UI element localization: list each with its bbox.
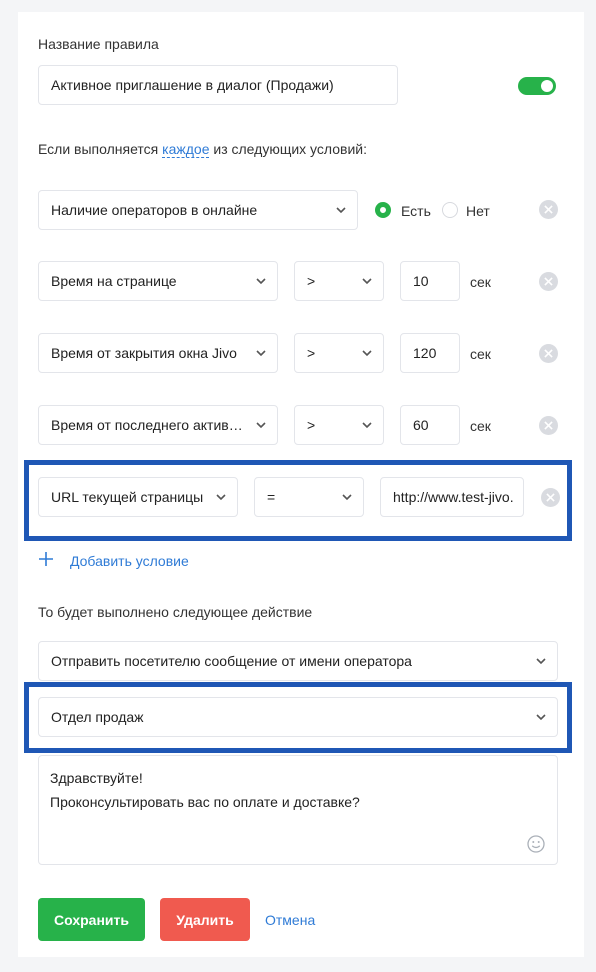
chevron-down-icon <box>362 422 372 429</box>
chevron-down-icon <box>536 714 546 721</box>
condition-field-select[interactable]: Время на странице <box>38 261 278 301</box>
close-icon <box>544 349 553 358</box>
chevron-down-icon <box>342 494 352 501</box>
condition-field-select[interactable]: Наличие операторов в онлайне <box>38 190 358 230</box>
condition-value-input[interactable]: 120 <box>400 333 460 373</box>
chevron-down-icon <box>362 278 372 285</box>
chevron-down-icon <box>362 350 372 357</box>
conditions-suffix: из следующих условий: <box>213 141 367 157</box>
rule-enabled-toggle[interactable] <box>518 77 556 95</box>
chevron-down-icon <box>216 494 226 501</box>
emoji-icon[interactable] <box>527 835 545 853</box>
close-icon <box>544 205 553 214</box>
remove-condition-button[interactable] <box>539 416 558 435</box>
condition-value: http://www.test-jivo. <box>393 489 514 505</box>
message-line: Проконсультировать вас по оплате и доста… <box>50 794 360 810</box>
conditions-prefix: Если выполняется <box>38 141 159 157</box>
condition-value: 120 <box>413 345 437 361</box>
conditions-mode-link[interactable]: каждое <box>162 141 210 158</box>
remove-condition-button[interactable] <box>539 200 558 219</box>
chevron-down-icon <box>336 207 346 214</box>
action-type-value: Отправить посетителю сообщение от имени … <box>51 653 412 669</box>
condition-field-value: URL текущей страницы <box>51 489 204 505</box>
rule-name-input[interactable]: Активное приглашение в диалог (Продажи) <box>38 65 398 105</box>
condition-unit: сек <box>470 418 491 434</box>
condition-field-select[interactable]: URL текущей страницы <box>38 477 238 517</box>
close-icon <box>546 493 555 502</box>
condition-value-input[interactable]: 60 <box>400 405 460 445</box>
chevron-down-icon <box>256 350 266 357</box>
remove-condition-button[interactable] <box>539 272 558 291</box>
cancel-link[interactable]: Отмена <box>265 912 315 928</box>
message-line: Здравствуйте! <box>50 770 143 786</box>
condition-field-value: Время от закрытия окна Jivo <box>51 345 237 361</box>
add-condition-link[interactable]: Добавить условие <box>70 553 189 569</box>
remove-condition-button[interactable] <box>539 344 558 363</box>
condition-value: 60 <box>413 417 429 433</box>
action-type-select[interactable]: Отправить посетителю сообщение от имени … <box>38 641 558 681</box>
condition-field-select[interactable]: Время от закрытия окна Jivo <box>38 333 278 373</box>
condition-operator-select[interactable]: = <box>254 477 364 517</box>
conditions-header: Если выполняется каждое из следующих усл… <box>38 141 367 158</box>
condition-operator-select[interactable]: > <box>294 333 384 373</box>
condition-operator-value: > <box>307 417 316 433</box>
condition-operator-select[interactable]: > <box>294 405 384 445</box>
close-icon <box>544 421 553 430</box>
action-label: То будет выполнено следующее действие <box>38 604 313 620</box>
chevron-down-icon <box>536 658 546 665</box>
delete-button[interactable]: Удалить <box>160 898 250 941</box>
close-icon <box>544 277 553 286</box>
condition-field-value: Наличие операторов в онлайне <box>51 202 258 218</box>
rule-name-label: Название правила <box>38 36 159 52</box>
chevron-down-icon <box>256 422 266 429</box>
condition-operator-value: = <box>267 489 276 505</box>
condition-field-value: Время на странице <box>51 273 177 289</box>
radio-no[interactable] <box>442 202 458 218</box>
condition-unit: сек <box>470 274 491 290</box>
condition-operator-select[interactable]: > <box>294 261 384 301</box>
condition-operator-value: > <box>307 345 316 361</box>
department-select[interactable]: Отдел продаж <box>38 697 558 737</box>
condition-field-value: Время от последнего активн... <box>51 417 249 433</box>
condition-value: 10 <box>413 273 429 289</box>
condition-value-input[interactable]: http://www.test-jivo. <box>380 477 524 517</box>
condition-value-input[interactable]: 10 <box>400 261 460 301</box>
save-button[interactable]: Сохранить <box>38 898 145 941</box>
chevron-down-icon <box>256 278 266 285</box>
rule-name-value: Активное приглашение в диалог (Продажи) <box>51 77 334 93</box>
condition-operator-value: > <box>307 273 316 289</box>
remove-condition-button[interactable] <box>541 488 560 507</box>
radio-yes-label: Есть <box>401 203 431 219</box>
message-textarea[interactable]: Здравствуйте! Проконсультировать вас по … <box>38 755 558 865</box>
department-value: Отдел продаж <box>51 709 144 725</box>
condition-unit: сек <box>470 346 491 362</box>
condition-field-select[interactable]: Время от последнего активн... <box>38 405 278 445</box>
radio-yes[interactable] <box>375 202 391 218</box>
plus-icon[interactable] <box>38 551 54 567</box>
radio-no-label: Нет <box>466 203 490 219</box>
